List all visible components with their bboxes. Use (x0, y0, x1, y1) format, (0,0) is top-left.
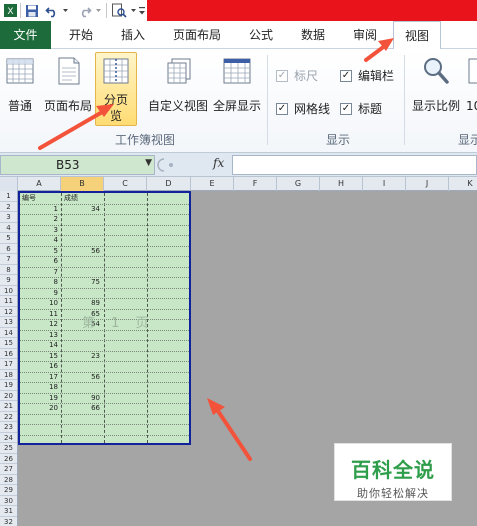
badge-subtitle: 助你轻松解决 (357, 487, 429, 500)
arrow-to-page-break-icon (38, 109, 106, 150)
ribbon-annotation-arrows (38, 38, 394, 150)
arrow-to-print-area-icon (212, 403, 252, 461)
badge-title: 百科全说 (351, 458, 435, 482)
site-watermark-badge: 百科全说 助你轻松解决 (334, 443, 452, 501)
arrow-head-icon (207, 398, 225, 415)
